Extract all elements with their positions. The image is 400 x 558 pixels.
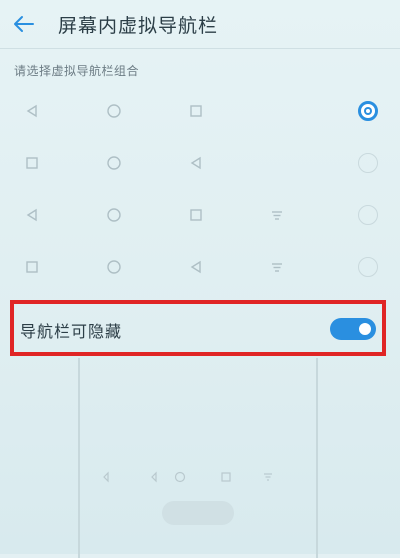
preview-back-icon (103, 471, 109, 483)
hide-navbar-row[interactable]: 导航栏可隐藏 (10, 300, 386, 356)
back-triangle-icon (182, 253, 210, 281)
phone-preview (78, 358, 318, 558)
nav-combination-row-4[interactable] (0, 241, 400, 293)
top-bar: 屏幕内虚拟导航栏 (0, 0, 400, 48)
radio-unselected[interactable] (358, 153, 378, 173)
radio-unselected[interactable] (358, 257, 378, 277)
notification-pull-icon (263, 253, 291, 281)
home-circle-icon (100, 201, 128, 229)
home-circle-icon (100, 149, 128, 177)
back-arrow-icon (14, 16, 34, 32)
switch-knob (357, 321, 373, 337)
radio-unselected[interactable] (358, 205, 378, 225)
hide-navbar-switch[interactable] (330, 318, 376, 340)
notification-pull-icon (263, 201, 291, 229)
phone-preview-navbar (96, 466, 300, 488)
page-title: 屏幕内虚拟导航栏 (58, 15, 219, 37)
nav-combination-row-1[interactable] (0, 85, 400, 137)
recent-square-icon (182, 97, 210, 125)
back-triangle-icon (182, 149, 210, 177)
header-divider (0, 48, 400, 49)
nav-combination-row-3[interactable] (0, 189, 400, 241)
hide-navbar-label: 导航栏可隐藏 (20, 322, 123, 341)
preview-home-icon (174, 471, 186, 483)
recent-square-icon (18, 253, 46, 281)
section-label: 请选择虚拟导航栏组合 (14, 64, 140, 78)
phone-preview-home-pill (162, 501, 234, 525)
preview-back-icon (151, 471, 157, 483)
recent-square-icon (182, 201, 210, 229)
back-triangle-icon (18, 201, 46, 229)
preview-recent-icon (221, 472, 231, 482)
home-circle-icon (100, 253, 128, 281)
back-button[interactable] (10, 10, 38, 38)
home-circle-icon (100, 97, 128, 125)
recent-square-icon (18, 149, 46, 177)
screen: 屏幕内虚拟导航栏 请选择虚拟导航栏组合 导航栏可隐藏 (0, 0, 400, 558)
radio-selected[interactable] (358, 101, 378, 121)
nav-combination-row-2[interactable] (0, 137, 400, 189)
back-triangle-icon (18, 97, 46, 125)
